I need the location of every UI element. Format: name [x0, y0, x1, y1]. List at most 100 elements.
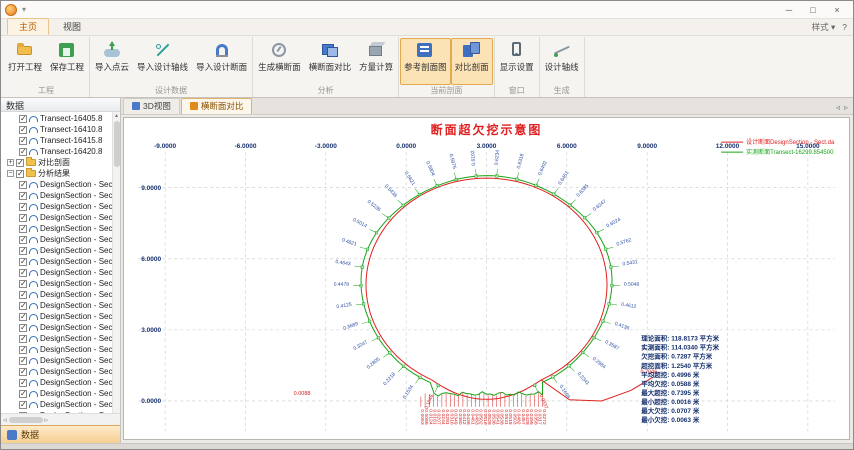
- maximize-button[interactable]: □: [801, 2, 825, 17]
- save-project-button[interactable]: 保存工程: [46, 38, 88, 85]
- tree-checkbox[interactable]: [19, 357, 27, 365]
- tree-checkbox[interactable]: [19, 225, 27, 233]
- tree-item-design-section[interactable]: DesignSection - Sect: [3, 410, 112, 413]
- scroll-right-icon[interactable]: ▹: [45, 416, 49, 424]
- tree-expander-icon[interactable]: −: [7, 170, 14, 177]
- ribbon-button-label: 设计轴线: [545, 61, 579, 73]
- tree-checkbox[interactable]: [19, 126, 27, 134]
- display-settings-button[interactable]: 显示设置: [496, 38, 538, 85]
- tree-checkbox[interactable]: [19, 269, 27, 277]
- tree-item-design-section[interactable]: DesignSection - Sect: [3, 278, 112, 289]
- ribbon-tab-0[interactable]: 主页: [7, 18, 49, 35]
- tree-checkbox[interactable]: [19, 148, 27, 156]
- ribbon-tab-1[interactable]: 视图: [51, 18, 93, 35]
- section-arc-icon: [29, 226, 38, 232]
- tree-checkbox[interactable]: [19, 247, 27, 255]
- tree-item-design-section[interactable]: DesignSection - Sect: [3, 333, 112, 344]
- tree-checkbox[interactable]: [19, 401, 27, 409]
- tree-checkbox[interactable]: [19, 390, 27, 398]
- tree-item-transect[interactable]: Transect-16405.8: [3, 113, 112, 124]
- tree-item-design-section[interactable]: DesignSection - Sect: [3, 322, 112, 333]
- svg-text:0.6318: 0.6318: [516, 153, 526, 170]
- data-tree[interactable]: ▴ Transect-16405.8Transect-16410.8Transe…: [1, 112, 120, 413]
- tree-item-design-section[interactable]: DesignSection - Sect: [3, 190, 112, 201]
- close-button[interactable]: ×: [825, 2, 849, 17]
- tree-folder-compare[interactable]: +对比剖面: [3, 157, 112, 168]
- compare-profile-button[interactable]: 对比剖面: [451, 38, 493, 85]
- chart-viewport[interactable]: -9.0000-6.0000-3.00000.00003.00006.00009…: [123, 117, 850, 440]
- import-pointcloud-button[interactable]: 导入点云: [91, 38, 133, 85]
- tree-checkbox[interactable]: [19, 258, 27, 266]
- tree-checkbox[interactable]: [19, 291, 27, 299]
- tree-item-design-section[interactable]: DesignSection - Sect: [3, 179, 112, 190]
- tree-horizontal-scrollbar[interactable]: ◃ ▹: [1, 413, 120, 425]
- tree-item-design-section[interactable]: DesignSection - Sect: [3, 355, 112, 366]
- tree-checkbox[interactable]: [16, 170, 24, 178]
- tree-item-design-section[interactable]: DesignSection - Sect: [3, 234, 112, 245]
- quick-access-icon[interactable]: ▾: [22, 5, 26, 14]
- tree-checkbox[interactable]: [19, 137, 27, 145]
- tree-checkbox[interactable]: [19, 203, 27, 211]
- svg-text:0.2218: 0.2218: [382, 371, 397, 387]
- tree-item-design-section[interactable]: DesignSection - Sect: [3, 223, 112, 234]
- tree-item-design-section[interactable]: DesignSection - Sect: [3, 311, 112, 322]
- volume-calc-button[interactable]: 方量计算: [355, 38, 397, 85]
- tree-item-design-section[interactable]: DesignSection - Sect: [3, 399, 112, 410]
- tree-item-design-section[interactable]: DesignSection - Sect: [3, 201, 112, 212]
- svg-text:0.6247: 0.6247: [592, 199, 608, 213]
- tab-nav-arrows[interactable]: ◃▹: [831, 103, 853, 114]
- scrollbar-thumb[interactable]: [114, 121, 120, 167]
- tree-item-design-section[interactable]: DesignSection - Sect: [3, 377, 112, 388]
- ribbon-button-label: 导入设计断面: [196, 61, 247, 73]
- generate-section-button[interactable]: 生成横断面: [254, 38, 305, 85]
- tree-checkbox[interactable]: [19, 379, 27, 387]
- compare-section-button[interactable]: 横断面对比: [305, 38, 356, 85]
- reference-profile-button[interactable]: 参考剖面图: [400, 38, 451, 85]
- minimize-button[interactable]: ─: [777, 2, 801, 17]
- design-axis-button[interactable]: 设计轴线: [541, 38, 583, 85]
- tree-item-transect[interactable]: Transect-16415.8: [3, 135, 112, 146]
- tree-checkbox[interactable]: [19, 214, 27, 222]
- tree-item-design-section[interactable]: DesignSection - Sect: [3, 289, 112, 300]
- scroll-up-icon[interactable]: ▴: [115, 112, 118, 119]
- scroll-left-icon[interactable]: ◃: [3, 416, 7, 424]
- tree-checkbox[interactable]: [19, 302, 27, 310]
- document-tab-0[interactable]: 3D视图: [123, 98, 180, 114]
- tree-item-design-section[interactable]: DesignSection - Sect: [3, 300, 112, 311]
- tree-item-transect[interactable]: Transect-16420.8: [3, 146, 112, 157]
- tree-checkbox[interactable]: [19, 115, 27, 123]
- tree-item-design-section[interactable]: DesignSection - Sect: [3, 366, 112, 377]
- tree-vertical-scrollbar[interactable]: ▴: [112, 112, 120, 413]
- tree-checkbox[interactable]: [19, 335, 27, 343]
- tree-item-design-section[interactable]: DesignSection - Sect: [3, 256, 112, 267]
- open-project-button[interactable]: 打开工程: [4, 38, 46, 85]
- tree-item-design-section[interactable]: DesignSection - Sect: [3, 245, 112, 256]
- tree-expander-icon[interactable]: +: [7, 159, 14, 166]
- scrollbar-thumb[interactable]: [9, 417, 43, 423]
- tree-item-label: DesignSection - Sect: [40, 334, 115, 343]
- tree-checkbox[interactable]: [19, 346, 27, 354]
- tree-checkbox[interactable]: [19, 313, 27, 321]
- tree-checkbox[interactable]: [19, 181, 27, 189]
- tree-item-design-section[interactable]: DesignSection - Sect: [3, 267, 112, 278]
- tree-checkbox[interactable]: [16, 159, 24, 167]
- tree-checkbox[interactable]: [19, 368, 27, 376]
- ribbon-group-1: 导入点云导入设计轴线导入设计断面设计数据: [90, 37, 253, 97]
- tree-item-transect[interactable]: Transect-16410.8: [3, 124, 112, 135]
- tree-checkbox[interactable]: [19, 412, 27, 414]
- tree-checkbox[interactable]: [19, 280, 27, 288]
- tree-item-design-section[interactable]: DesignSection - Sect: [3, 388, 112, 399]
- document-tab-1[interactable]: 横断面对比: [181, 98, 253, 114]
- tree-checkbox[interactable]: [19, 324, 27, 332]
- help-button[interactable]: ?: [842, 22, 847, 32]
- tree-checkbox[interactable]: [19, 236, 27, 244]
- import-section-button[interactable]: 导入设计断面: [192, 38, 251, 85]
- svg-text:设计断面DesignSection - Sect.da: 设计断面DesignSection - Sect.da: [746, 138, 835, 146]
- tree-item-design-section[interactable]: DesignSection - Sect: [3, 344, 112, 355]
- tree-item-design-section[interactable]: DesignSection - Sect: [3, 212, 112, 223]
- import-axis-button[interactable]: 导入设计轴线: [133, 38, 192, 85]
- tree-checkbox[interactable]: [19, 192, 27, 200]
- style-dropdown[interactable]: 样式 ▾: [812, 21, 836, 33]
- data-panel-button[interactable]: 数据: [1, 425, 120, 443]
- tree-folder-results[interactable]: −分析结果: [3, 168, 112, 179]
